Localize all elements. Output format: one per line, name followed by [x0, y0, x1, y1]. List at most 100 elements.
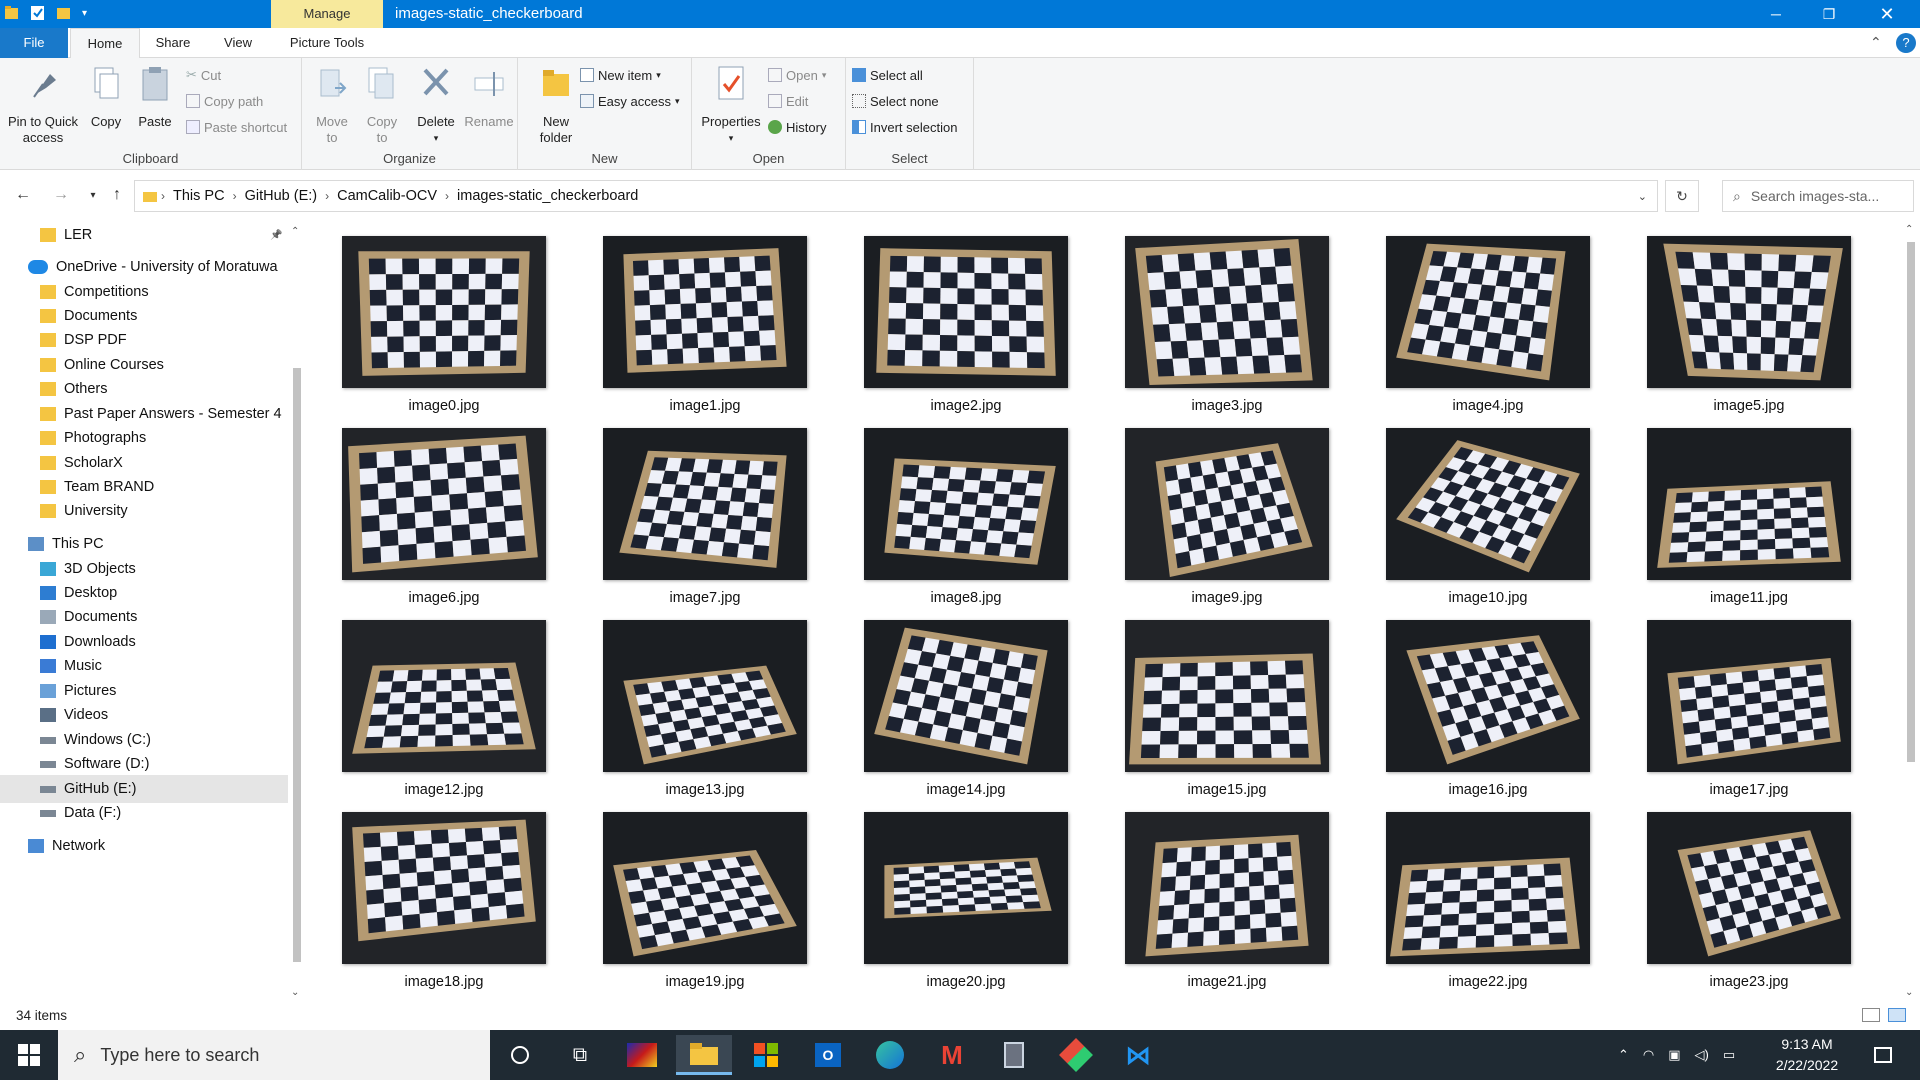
notification-center-icon[interactable]: [1858, 1030, 1908, 1080]
image-thumbnail[interactable]: [603, 236, 807, 388]
tab-picture-tools[interactable]: Picture Tools: [278, 28, 376, 58]
breadcrumb-github-drive[interactable]: GitHub (E:): [245, 188, 318, 204]
edit-button[interactable]: Edit: [768, 90, 808, 112]
details-view-icon[interactable]: [1862, 1008, 1880, 1022]
file-item[interactable]: image8.jpg: [864, 412, 1068, 606]
file-item[interactable]: image5.jpg: [1647, 220, 1851, 414]
scroll-down-icon[interactable]: ⌄: [291, 987, 299, 998]
pin-quick-access-button[interactable]: Pin to Quick access: [4, 64, 82, 146]
file-item[interactable]: image6.jpg: [342, 412, 546, 606]
image-thumbnail[interactable]: [1125, 620, 1329, 772]
new-folder-button[interactable]: New folder: [532, 64, 580, 146]
file-item[interactable]: image15.jpg: [1125, 604, 1329, 798]
recent-locations-button[interactable]: ▾: [82, 184, 104, 206]
file-item[interactable]: image14.jpg: [864, 604, 1068, 798]
up-button[interactable]: ↑: [106, 184, 128, 206]
cortana-icon[interactable]: [492, 1035, 548, 1075]
properties-button[interactable]: Properties ▾: [698, 64, 764, 146]
image-thumbnail[interactable]: [603, 428, 807, 580]
file-item[interactable]: image19.jpg: [603, 796, 807, 990]
image-thumbnail[interactable]: [1647, 620, 1851, 772]
device-icon[interactable]: ▣: [1668, 1047, 1680, 1063]
image-thumbnail[interactable]: [1125, 236, 1329, 388]
image-thumbnail[interactable]: [864, 236, 1068, 388]
nav-item[interactable]: Photographs: [40, 424, 146, 452]
nav-item[interactable]: University: [40, 497, 128, 525]
address-dropdown-icon[interactable]: ⌄: [1638, 190, 1647, 203]
gmail-icon[interactable]: M: [924, 1035, 980, 1075]
image-thumbnail[interactable]: [864, 428, 1068, 580]
close-button[interactable]: ✕: [1858, 0, 1916, 28]
nav-scroll-thumb[interactable]: [293, 368, 301, 962]
customize-qat-icon[interactable]: ▾: [82, 8, 87, 19]
dev-app-icon[interactable]: [1048, 1035, 1104, 1075]
file-item[interactable]: image17.jpg: [1647, 604, 1851, 798]
move-to-button[interactable]: Move to: [310, 64, 354, 146]
image-thumbnail[interactable]: [1647, 236, 1851, 388]
nav-item[interactable]: DSP PDF: [40, 326, 127, 354]
file-item[interactable]: image1.jpg: [603, 220, 807, 414]
file-item[interactable]: image23.jpg: [1647, 796, 1851, 990]
image-thumbnail[interactable]: [1125, 428, 1329, 580]
image-thumbnail[interactable]: [1647, 428, 1851, 580]
content-scroll-thumb[interactable]: [1907, 242, 1915, 762]
breadcrumb-current-folder[interactable]: images-static_checkerboard: [457, 188, 638, 204]
easy-access-button[interactable]: Easy access ▾: [580, 90, 680, 112]
wifi-icon[interactable]: ◠: [1643, 1047, 1654, 1063]
start-button[interactable]: [0, 1030, 58, 1080]
nav-item[interactable]: This PC: [28, 530, 104, 558]
large-icons-view-icon[interactable]: [1888, 1008, 1906, 1022]
breadcrumb-separator-icon[interactable]: ›: [325, 189, 329, 203]
image-thumbnail[interactable]: [342, 428, 546, 580]
file-item[interactable]: image11.jpg: [1647, 412, 1851, 606]
breadcrumb-camcalib[interactable]: CamCalib-OCV: [337, 188, 437, 204]
file-item[interactable]: image16.jpg: [1386, 604, 1590, 798]
minimize-button[interactable]: ─: [1747, 0, 1805, 28]
help-icon[interactable]: ?: [1896, 33, 1916, 53]
manage-context-tab[interactable]: Manage: [271, 0, 383, 28]
image-thumbnail[interactable]: [1386, 236, 1590, 388]
file-item[interactable]: image10.jpg: [1386, 412, 1590, 606]
select-all-button[interactable]: Select all: [852, 64, 923, 86]
file-item[interactable]: image18.jpg: [342, 796, 546, 990]
nav-item[interactable]: Videos: [40, 701, 108, 729]
file-item[interactable]: image4.jpg: [1386, 220, 1590, 414]
new-folder-icon[interactable]: [56, 4, 72, 22]
cut-button[interactable]: ✂ Cut: [186, 64, 221, 86]
breadcrumb-this-pc[interactable]: This PC: [173, 188, 225, 204]
nav-item[interactable]: Software (D:): [40, 750, 149, 778]
delete-button[interactable]: Delete ▾: [414, 64, 458, 146]
paste-button[interactable]: Paste: [133, 64, 177, 130]
file-explorer-taskbar-icon[interactable]: [676, 1035, 732, 1075]
scroll-up-icon[interactable]: ⌃: [291, 226, 299, 237]
image-thumbnail[interactable]: [864, 620, 1068, 772]
app-sketch-icon[interactable]: [614, 1035, 670, 1075]
nav-item[interactable]: Others: [40, 375, 108, 403]
properties-dropdown-icon[interactable]: ▾: [698, 130, 764, 146]
search-input[interactable]: ⌕ Search images-sta...: [1722, 180, 1914, 212]
file-item[interactable]: image22.jpg: [1386, 796, 1590, 990]
clock[interactable]: 9:13 AM 2/22/2022: [1762, 1034, 1852, 1076]
task-view-icon[interactable]: ⧉: [552, 1035, 608, 1075]
edge-icon[interactable]: [862, 1035, 918, 1075]
outlook-icon[interactable]: O: [800, 1035, 856, 1075]
file-item[interactable]: image3.jpg: [1125, 220, 1329, 414]
properties-check-icon[interactable]: [30, 4, 46, 22]
image-thumbnail[interactable]: [342, 620, 546, 772]
vscode-icon[interactable]: ⋈: [1110, 1035, 1166, 1075]
show-hidden-icons-icon[interactable]: ⌃: [1618, 1047, 1629, 1063]
battery-icon[interactable]: ▭: [1723, 1047, 1735, 1063]
address-bar[interactable]: › This PC › GitHub (E:) › CamCalib-OCV ›…: [134, 180, 1658, 212]
image-thumbnail[interactable]: [603, 620, 807, 772]
image-thumbnail[interactable]: [1125, 812, 1329, 964]
image-thumbnail[interactable]: [603, 812, 807, 964]
breadcrumb-separator-icon[interactable]: ›: [233, 189, 237, 203]
new-item-button[interactable]: New item ▾: [580, 64, 661, 86]
collapse-ribbon-icon[interactable]: ⌃: [1870, 34, 1882, 51]
image-thumbnail[interactable]: [1386, 812, 1590, 964]
file-item[interactable]: image2.jpg: [864, 220, 1068, 414]
volume-icon[interactable]: ◁): [1695, 1047, 1709, 1063]
forward-button[interactable]: →: [50, 184, 72, 206]
nav-item[interactable]: Music: [40, 652, 102, 680]
breadcrumb-separator-icon[interactable]: ›: [445, 189, 449, 203]
